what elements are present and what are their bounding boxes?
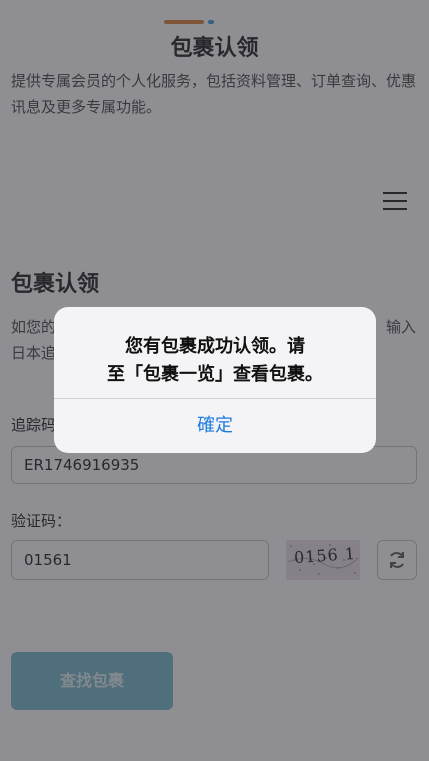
dialog-ok-button[interactable]: 確定 [54, 399, 376, 453]
dialog-message: 您有包裹成功认领。请 至「包裹一览」查看包裹。 [54, 333, 376, 389]
dialog-message-line1: 您有包裹成功认领。请 [125, 336, 305, 357]
alert-dialog: 您有包裹成功认领。请 至「包裹一览」查看包裹。 確定 [54, 307, 376, 453]
dialog-message-line2: 至「包裹一览」查看包裹。 [107, 364, 323, 385]
